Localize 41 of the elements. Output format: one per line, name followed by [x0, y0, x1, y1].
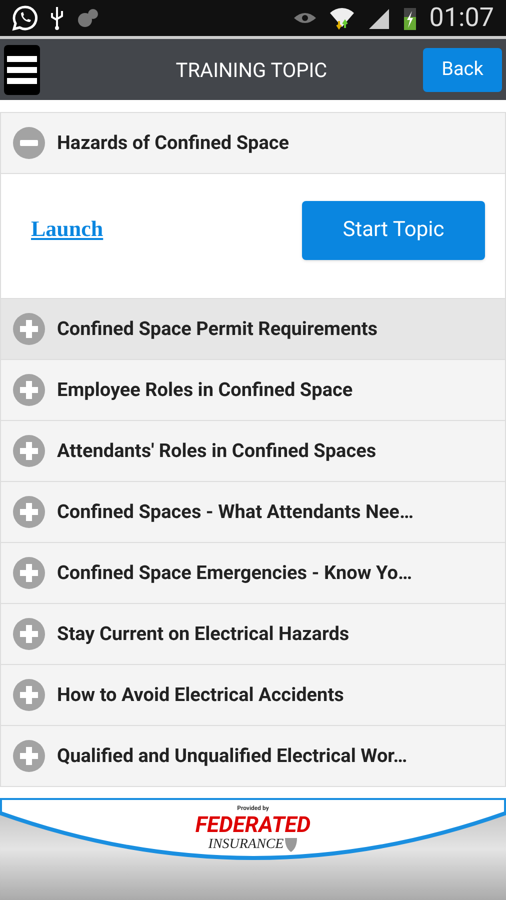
topic-header[interactable]: Employee Roles in Confined Space — [1, 360, 505, 420]
plus-icon[interactable] — [13, 557, 45, 589]
topic-title: Confined Space Emergencies - Know Yo… — [57, 560, 412, 586]
plus-icon[interactable] — [13, 679, 45, 711]
plus-icon[interactable] — [13, 496, 45, 528]
plus-icon[interactable] — [13, 740, 45, 772]
battery-icon — [403, 5, 418, 31]
minus-icon[interactable] — [13, 127, 45, 159]
plus-icon[interactable] — [13, 374, 45, 406]
plus-icon[interactable] — [13, 618, 45, 650]
topic-title: Employee Roles in Confined Space — [57, 376, 353, 403]
topic-title: Confined Spaces - What Attendants Nee… — [57, 498, 414, 525]
shield-icon — [284, 837, 298, 853]
menu-button[interactable] — [4, 44, 40, 94]
topic-header[interactable]: Confined Space Emergencies - Know Yo… — [1, 543, 505, 603]
topic-title: Qualified and Unqualified Electrical Wor… — [57, 742, 408, 769]
launch-link[interactable]: Launch — [31, 212, 104, 245]
topic-header[interactable]: Attendants' Roles in Confined Spaces — [1, 421, 505, 481]
topic-header[interactable]: Stay Current on Electrical Hazards — [1, 604, 505, 664]
topic-title: Attendants' Roles in Confined Spaces — [57, 438, 376, 464]
topic-header[interactable]: Hazards of Confined Space — [1, 113, 505, 173]
topic-title: Stay Current on Electrical Hazards — [57, 620, 350, 647]
topic-header[interactable]: How to Avoid Electrical Accidents — [1, 665, 505, 725]
status-time: 01:07 — [429, 5, 494, 31]
topic-title: Hazards of Confined Space — [57, 130, 290, 156]
chat-bubble-icon — [12, 5, 38, 31]
brand-subtitle: INSURANCE — [208, 838, 284, 852]
usb-icon — [50, 5, 64, 31]
topic-header[interactable]: Confined Spaces - What Attendants Nee… — [1, 482, 505, 542]
topic-header[interactable]: Qualified and Unqualified Electrical Wor… — [1, 726, 505, 786]
eye-icon — [293, 10, 318, 26]
brand-name: FEDERATED — [195, 815, 311, 837]
back-button[interactable]: Back — [423, 48, 502, 92]
topic-title: How to Avoid Electrical Accidents — [57, 682, 344, 708]
plus-icon[interactable] — [13, 435, 45, 467]
topic-title: Confined Space Permit Requirements — [57, 316, 378, 342]
start-topic-button[interactable]: Start Topic — [302, 201, 485, 260]
topic-header[interactable]: Confined Space Permit Requirements — [1, 299, 505, 359]
plus-icon[interactable] — [13, 313, 45, 345]
wifi-icon — [329, 5, 356, 31]
page-title: TRAINING TOPIC — [174, 56, 328, 84]
